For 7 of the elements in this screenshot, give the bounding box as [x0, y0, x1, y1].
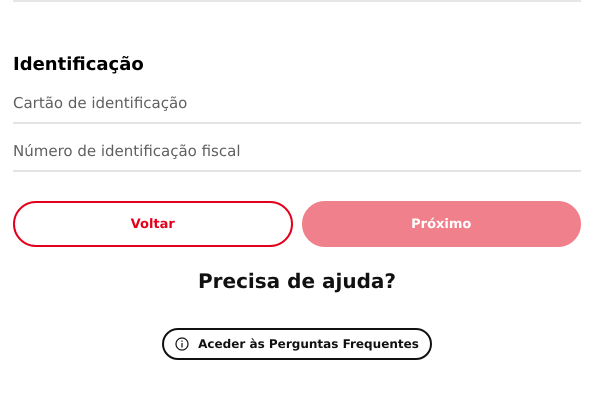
faq-link-button[interactable]: Aceder às Perguntas Frequentes — [162, 328, 432, 360]
back-button[interactable]: Voltar — [13, 201, 292, 247]
help-heading: Precisa de ajuda? — [196, 269, 397, 293]
input-field[interactable]: Cartão de identificação — [13, 76, 581, 124]
input-field[interactable]: Número de identificação fiscal — [13, 124, 581, 172]
section-title: Identificação — [13, 54, 145, 76]
info-icon — [175, 337, 190, 351]
